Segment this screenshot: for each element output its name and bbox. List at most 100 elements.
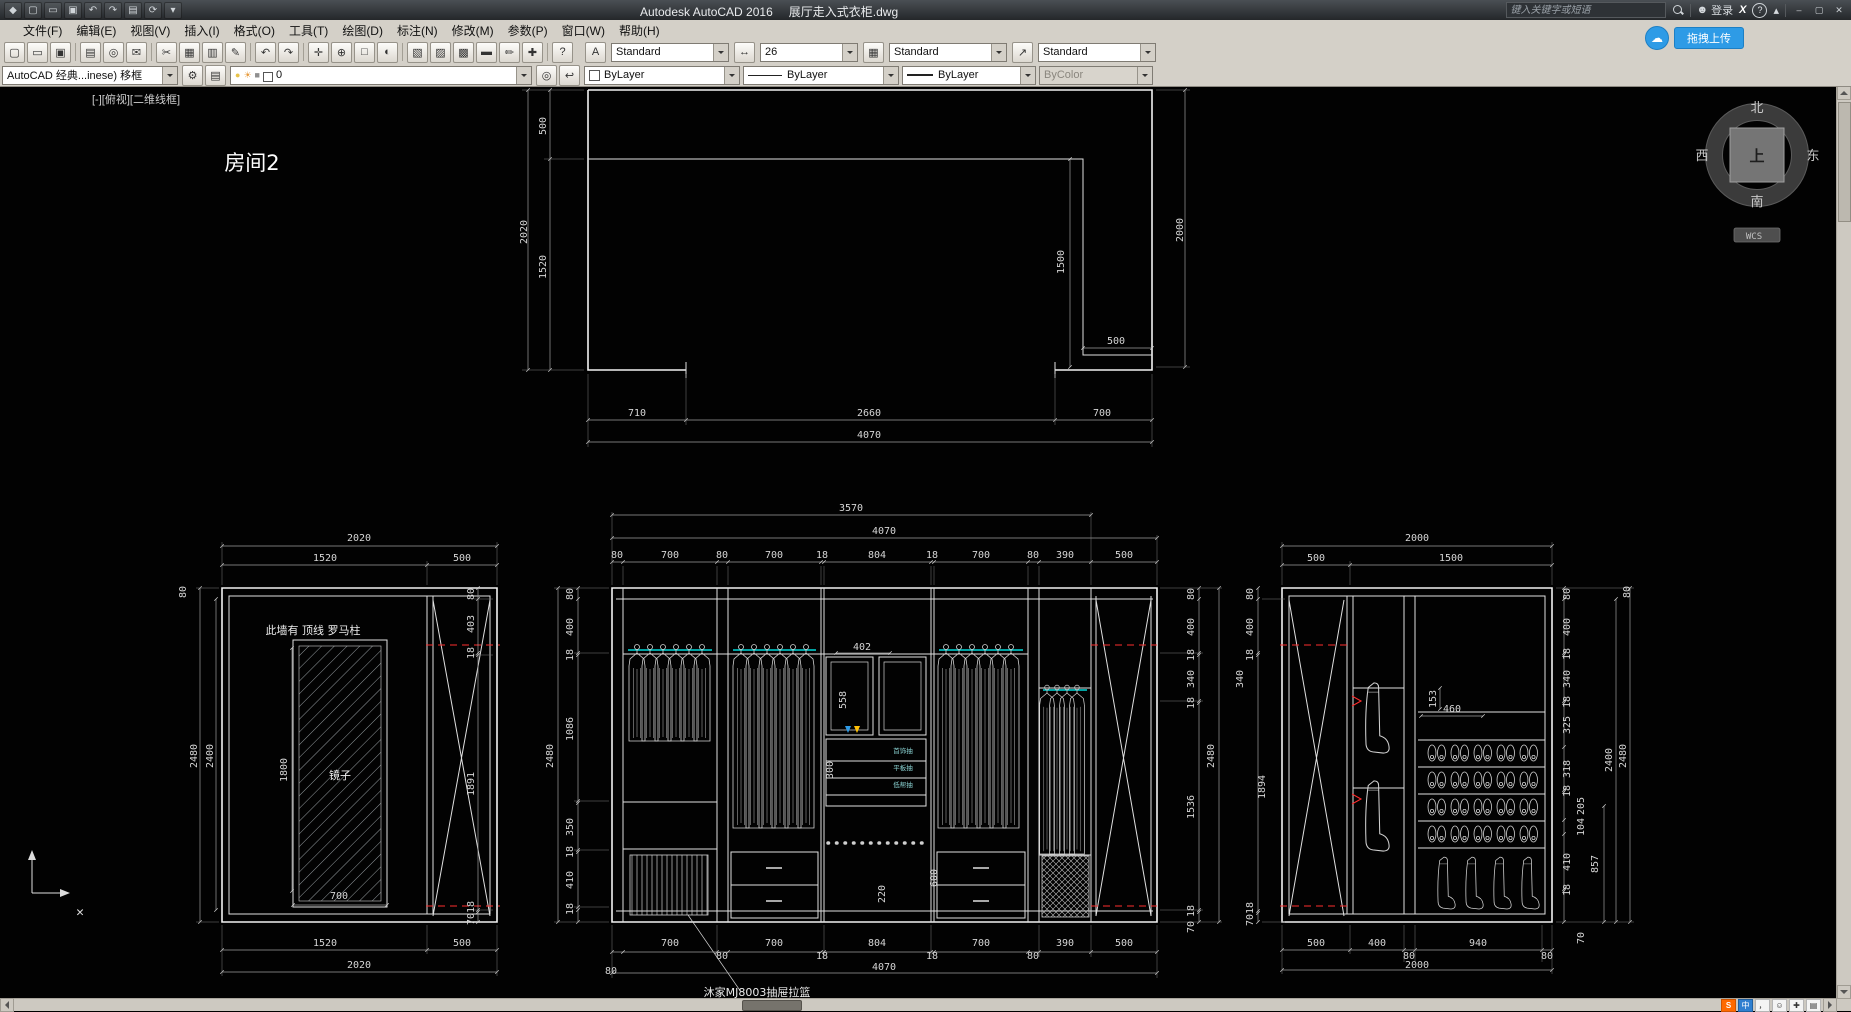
menu-item-9[interactable]: 参数(P)	[501, 20, 555, 41]
menu-item-3[interactable]: 插入(I)	[177, 20, 226, 41]
copy-button[interactable]: ▦	[179, 42, 200, 63]
menu-item-2[interactable]: 视图(V)	[123, 20, 177, 41]
redo-button[interactable]: ↷	[278, 42, 299, 63]
markup-manager-button[interactable]: ✏	[499, 42, 520, 63]
horizontal-scroll-thumb[interactable]	[742, 1000, 802, 1011]
chevron-down-icon[interactable]	[162, 67, 177, 84]
linetype-combo[interactable]: ByLayer	[743, 66, 899, 85]
chevron-down-icon[interactable]	[724, 67, 739, 84]
cut-button[interactable]: ✂	[156, 42, 177, 63]
lineweight-combo[interactable]: ByLayer	[902, 66, 1036, 85]
chevron-down-icon[interactable]	[991, 44, 1006, 61]
viewport-controls[interactable]: [-][俯视][二维线框]	[92, 91, 180, 107]
maximize-button[interactable]: ▢	[1812, 4, 1826, 17]
dim-style-combo[interactable]: 26	[760, 43, 858, 62]
design-center-button[interactable]: ▨	[430, 42, 451, 63]
search-icon[interactable]	[1672, 4, 1684, 16]
app-menu-icon[interactable]: ◆	[4, 2, 22, 19]
save-icon[interactable]: ▣	[64, 2, 82, 19]
close-button[interactable]: ✕	[1832, 4, 1846, 17]
publish-button[interactable]: ✉	[126, 42, 147, 63]
collapse-icon[interactable]: ▴	[1773, 4, 1779, 17]
cad-text: 2020	[347, 960, 371, 971]
chevron-down-icon[interactable]	[713, 44, 728, 61]
menu-item-11[interactable]: 帮助(H)	[612, 20, 667, 41]
save-button[interactable]: ▣	[50, 42, 71, 63]
chevron-down-icon[interactable]	[883, 67, 898, 84]
workspace-switcher[interactable]: AutoCAD 经典...inese) 移框	[2, 66, 178, 85]
vertical-scrollbar[interactable]	[1836, 86, 1851, 999]
scroll-down-button[interactable]	[1837, 985, 1851, 999]
color-combo[interactable]: ByLayer	[584, 66, 740, 85]
new-icon[interactable]: ▢	[24, 2, 42, 19]
plot-icon[interactable]: ▤	[124, 2, 142, 19]
chinese-mode-icon[interactable]: 中	[1738, 999, 1753, 1012]
chevron-down-icon[interactable]	[1020, 67, 1035, 84]
cad-text: 18	[565, 846, 576, 858]
layer-combo[interactable]: ●☀■ 0	[230, 66, 532, 85]
menu-item-5[interactable]: 工具(T)	[282, 20, 335, 41]
signin-button[interactable]: ☻ 登录	[1697, 2, 1734, 18]
table-style-combo[interactable]: Standard	[889, 43, 1007, 62]
undo-icon[interactable]: ↶	[84, 2, 102, 19]
paste-button[interactable]: ▥	[202, 42, 223, 63]
menu-item-7[interactable]: 标注(N)	[390, 20, 445, 41]
exchange-x-icon[interactable]: X	[1739, 4, 1746, 16]
chevron-down-icon[interactable]	[516, 67, 531, 84]
zoom-window-button[interactable]: □	[354, 42, 375, 63]
new-button[interactable]: ▢	[4, 42, 25, 63]
scroll-left-button[interactable]	[0, 998, 14, 1012]
upload-button[interactable]: ☁ 拖拽上传	[1645, 26, 1744, 50]
undo-button[interactable]: ↶	[255, 42, 276, 63]
redo-icon[interactable]: ↷	[104, 2, 122, 19]
sogou-logo-icon[interactable]: S	[1721, 999, 1736, 1012]
menu-item-1[interactable]: 编辑(E)	[69, 20, 123, 41]
menu-item-10[interactable]: 窗口(W)	[555, 20, 612, 41]
menu-item-0[interactable]: 文件(F)	[16, 20, 69, 41]
table-style-icon[interactable]: ▦	[863, 42, 884, 63]
punctuation-icon[interactable]: ，	[1755, 999, 1770, 1012]
vertical-scroll-thumb[interactable]	[1838, 102, 1851, 222]
search-input[interactable]	[1506, 2, 1666, 18]
quickcalc-button[interactable]: ✚	[522, 42, 543, 63]
layer-previous-icon[interactable]: ↩	[559, 65, 580, 86]
tool-palettes-button[interactable]: ▩	[453, 42, 474, 63]
toolbox-icon[interactable]: ✚	[1789, 999, 1804, 1012]
make-current-icon[interactable]: ◎	[536, 65, 557, 86]
mleader-style-combo[interactable]: Standard	[1038, 43, 1156, 62]
zoom-previous-button[interactable]: ◐	[377, 42, 398, 63]
pan-button[interactable]: ✛	[308, 42, 329, 63]
minimize-button[interactable]: –	[1792, 4, 1806, 17]
properties-button[interactable]: ▧	[407, 42, 428, 63]
scroll-up-button[interactable]	[1837, 86, 1851, 100]
plot-preview-button[interactable]: ◎	[103, 42, 124, 63]
emoji-icon[interactable]: ☺	[1772, 999, 1787, 1012]
plot-button[interactable]: ▤	[80, 42, 101, 63]
refresh-icon[interactable]: ⟳	[144, 2, 162, 19]
menu-item-8[interactable]: 修改(M)	[445, 20, 501, 41]
help-icon[interactable]: ?	[1752, 3, 1767, 18]
upload-label[interactable]: 拖拽上传	[1674, 27, 1744, 49]
menu-item-6[interactable]: 绘图(D)	[335, 20, 390, 41]
customize-dropdown-icon[interactable]: ▾	[164, 2, 182, 19]
chevron-down-icon[interactable]	[842, 44, 857, 61]
gear-icon[interactable]: ⚙	[182, 65, 203, 86]
open-button[interactable]: ▭	[27, 42, 48, 63]
menu-item-4[interactable]: 格式(O)	[227, 20, 282, 41]
mleader-style-icon[interactable]: ↗	[1012, 42, 1033, 63]
layer-manager-icon[interactable]: ▤	[205, 65, 226, 86]
text-style-combo[interactable]: Standard	[611, 43, 729, 62]
drawing-canvas[interactable]: [-][俯视][二维线框]	[0, 86, 1837, 999]
dim-style-icon[interactable]: ↔	[734, 42, 755, 63]
horizontal-scrollbar[interactable]	[0, 998, 1837, 1011]
keyboard-icon[interactable]: ▤	[1806, 999, 1821, 1012]
sheetset-manager-button[interactable]: ▬	[476, 42, 497, 63]
help-button[interactable]: ?	[552, 42, 573, 63]
text-style-icon[interactable]: A	[585, 42, 606, 63]
zoom-realtime-button[interactable]: ⊕	[331, 42, 352, 63]
cad-drawing[interactable]: 500152020202000150050071026607004070房间23…	[0, 86, 1837, 999]
chevron-down-icon[interactable]	[1140, 44, 1155, 61]
scroll-right-button[interactable]	[1823, 998, 1837, 1012]
match-properties-button[interactable]: ✎	[225, 42, 246, 63]
open-icon[interactable]: ▭	[44, 2, 62, 19]
